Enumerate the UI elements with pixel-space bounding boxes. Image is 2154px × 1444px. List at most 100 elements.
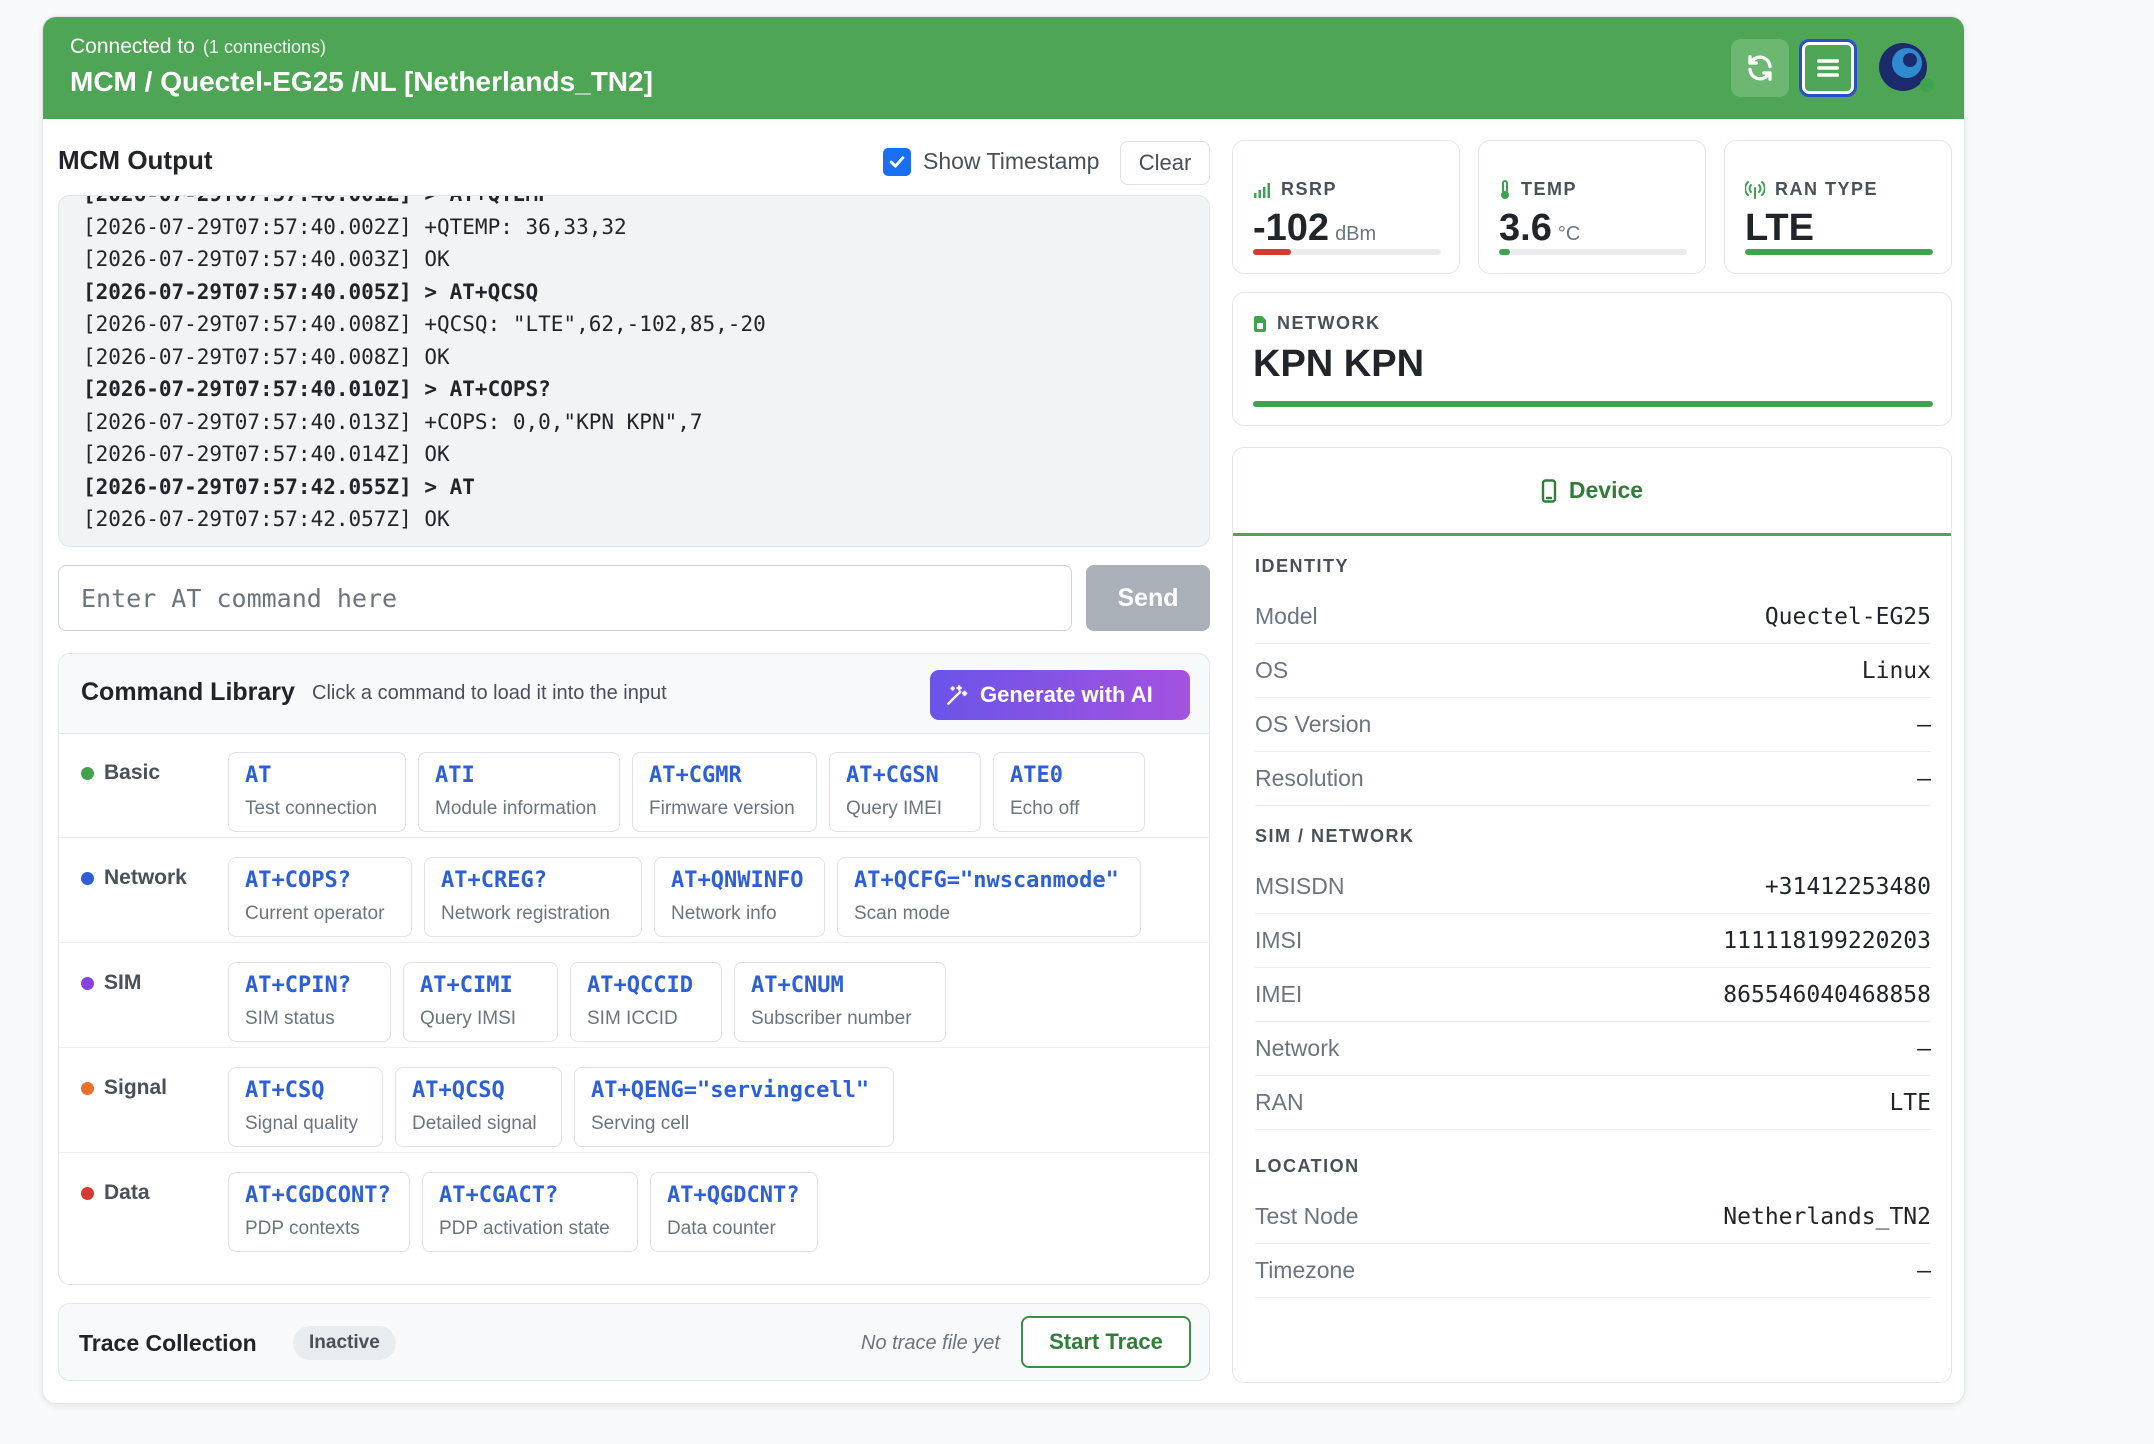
- command-description: Query IMEI: [846, 798, 943, 819]
- command-button[interactable]: AT+CGMR Firmware version: [632, 752, 817, 832]
- ran-type-level-bar: [1745, 249, 1933, 255]
- command-description: Network info: [671, 903, 777, 924]
- connection-status: Connected to (1 connections): [70, 35, 326, 59]
- command-category-sim: SIM AT+CPIN? SIM status AT+CIMI Query IMSI AT…: [59, 944, 1209, 1048]
- ran-type-card: RAN TYPE LTE: [1724, 140, 1952, 274]
- sim-network-section-title: SIM / NETWORK: [1255, 826, 1415, 846]
- device-info-key: Timezone: [1255, 1257, 1356, 1283]
- command-button[interactable]: AT Test connection: [228, 752, 406, 832]
- console-line: [2026-07-29T07:57:40.014Z] OK: [83, 442, 450, 466]
- signal-bars-icon: [1254, 182, 1270, 198]
- network-card: NETWORK KPN KPN: [1232, 292, 1952, 426]
- device-info-row: OS Linux: [1255, 644, 1931, 698]
- command-button[interactable]: AT+CNUM Subscriber number: [734, 962, 946, 1042]
- trace-file-status: No trace file yet: [861, 1332, 1000, 1354]
- category-name: Data: [104, 1181, 150, 1204]
- console-line: [2026-07-29T07:57:40.008Z] +QCSQ: "LTE",…: [83, 312, 766, 336]
- command-button[interactable]: AT+QNWINFO Network info: [654, 857, 825, 937]
- location-section-title: LOCATION: [1255, 1156, 1360, 1176]
- show-timestamp-checkbox[interactable]: [883, 148, 911, 176]
- command-code: AT+QCFG="nwscanmode": [854, 868, 1119, 893]
- device-info-key: Test Node: [1255, 1203, 1359, 1229]
- category-dot-icon: [81, 1081, 94, 1095]
- output-title: MCM Output: [58, 145, 213, 175]
- command-button[interactable]: ATE0 Echo off: [993, 752, 1145, 832]
- category-label: Data: [81, 1181, 150, 1205]
- command-button[interactable]: AT+CSQ Signal quality: [228, 1067, 383, 1147]
- rsrp-value-row: -102 dBm: [1253, 207, 1376, 250]
- at-command-input[interactable]: Enter AT command here: [58, 565, 1072, 631]
- sim-card-icon: [1254, 315, 1266, 332]
- device-info-key: MSISDN: [1255, 873, 1345, 899]
- app-logo-icon: [1879, 43, 1934, 92]
- category-dot-icon: [81, 1186, 94, 1200]
- network-label: NETWORK: [1277, 313, 1381, 333]
- command-code: AT+CGDCONT?: [245, 1183, 391, 1208]
- command-code: AT+QENG="servingcell": [591, 1078, 870, 1103]
- command-button[interactable]: AT+CGSN Query IMEI: [829, 752, 981, 832]
- rsrp-label-row: RSRP: [1253, 179, 1337, 200]
- device-info-row: IMSI 111118199220203: [1255, 914, 1931, 968]
- command-button[interactable]: AT+QCFG="nwscanmode" Scan mode: [837, 857, 1141, 937]
- command-code: AT+QGDCNT?: [667, 1183, 800, 1208]
- menu-button[interactable]: [1799, 39, 1857, 97]
- device-info-row: RAN LTE: [1255, 1076, 1931, 1130]
- console-line: [2026-07-29T07:57:42.057Z] OK: [83, 507, 450, 531]
- temp-value-row: 3.6 °C: [1499, 207, 1580, 250]
- command-library-subtitle: Click a command to load it into the inpu…: [312, 682, 667, 704]
- command-code: AT+QNWINFO: [671, 868, 804, 893]
- clear-button[interactable]: Clear: [1120, 141, 1210, 185]
- connection-title: MCM / Quectel-EG25 /NL [Netherlands_TN2]: [70, 66, 653, 97]
- category-name: Network: [104, 866, 187, 889]
- command-button[interactable]: AT+CPIN? SIM status: [228, 962, 391, 1042]
- command-button[interactable]: AT+CIMI Query IMSI: [403, 962, 558, 1042]
- command-button[interactable]: ATI Module information: [418, 752, 620, 832]
- command-code: ATE0: [1010, 763, 1063, 788]
- command-code: AT+COPS?: [245, 868, 351, 893]
- device-info-row: Test Node Netherlands_TN2: [1255, 1190, 1931, 1244]
- send-button[interactable]: Send: [1086, 565, 1210, 631]
- command-button[interactable]: AT+QENG="servingcell" Serving cell: [574, 1067, 894, 1147]
- temp-unit: °C: [1557, 223, 1581, 245]
- category-dot-icon: [81, 766, 94, 780]
- connection-header: Connected to (1 connections) MCM / Quecte…: [43, 17, 1964, 119]
- network-value: KPN KPN: [1253, 343, 1425, 385]
- start-trace-button[interactable]: Start Trace: [1021, 1316, 1191, 1368]
- command-code: AT+CIMI: [420, 973, 513, 998]
- generate-with-ai-label: Generate with AI: [980, 682, 1153, 707]
- identity-section-title: IDENTITY: [1255, 556, 1350, 576]
- device-info-value: Netherlands_TN2: [1723, 1203, 1931, 1230]
- category-name: Basic: [104, 761, 161, 784]
- ran-type-level-fill: [1745, 249, 1933, 255]
- command-code: ATI: [435, 763, 475, 788]
- tab-device[interactable]: Device: [1233, 448, 1951, 536]
- command-button[interactable]: AT+QCCID SIM ICCID: [570, 962, 722, 1042]
- command-description: Module information: [435, 798, 597, 819]
- command-button[interactable]: AT+COPS? Current operator: [228, 857, 412, 937]
- ran-type-value: LTE: [1745, 207, 1814, 249]
- command-description: Current operator: [245, 903, 385, 924]
- trace-title: Trace Collection: [79, 1330, 257, 1356]
- device-info-key: RAN: [1255, 1089, 1304, 1115]
- command-button[interactable]: AT+CGDCONT? PDP contexts: [228, 1172, 410, 1252]
- command-button[interactable]: AT+CGACT? PDP activation state: [422, 1172, 638, 1252]
- command-button[interactable]: AT+QGDCNT? Data counter: [650, 1172, 818, 1252]
- command-code: AT+CGMR: [649, 763, 742, 788]
- temp-level-fill: [1499, 249, 1511, 255]
- generate-with-ai-button[interactable]: Generate with AI: [930, 670, 1190, 720]
- device-panel: Device IDENTITY Model Quectel-EG25 OS Linux…: [1232, 447, 1952, 1383]
- ran-type-label: RAN TYPE: [1775, 179, 1879, 199]
- device-info-row: Model Quectel-EG25: [1255, 590, 1931, 644]
- magic-wand-icon: [947, 685, 968, 705]
- device-info-key: IMSI: [1255, 927, 1303, 953]
- console-line: [2026-07-29T07:57:40.010Z] > AT+COPS?: [83, 377, 551, 401]
- command-code: AT+CPIN?: [245, 973, 351, 998]
- refresh-button[interactable]: [1731, 39, 1789, 97]
- app-window: Connected to (1 connections) MCM / Quecte…: [42, 16, 1965, 1404]
- connection-count: (1 connections): [202, 37, 327, 57]
- command-button[interactable]: AT+QCSQ Detailed signal: [395, 1067, 562, 1147]
- output-console[interactable]: [2026-07-29T07:57:40.001Z] > AT+QTEMP [20…: [58, 195, 1210, 547]
- command-button[interactable]: AT+CREG? Network registration: [424, 857, 642, 937]
- show-timestamp-label[interactable]: Show Timestamp: [923, 148, 1099, 175]
- device-info-value: –: [1917, 1035, 1931, 1062]
